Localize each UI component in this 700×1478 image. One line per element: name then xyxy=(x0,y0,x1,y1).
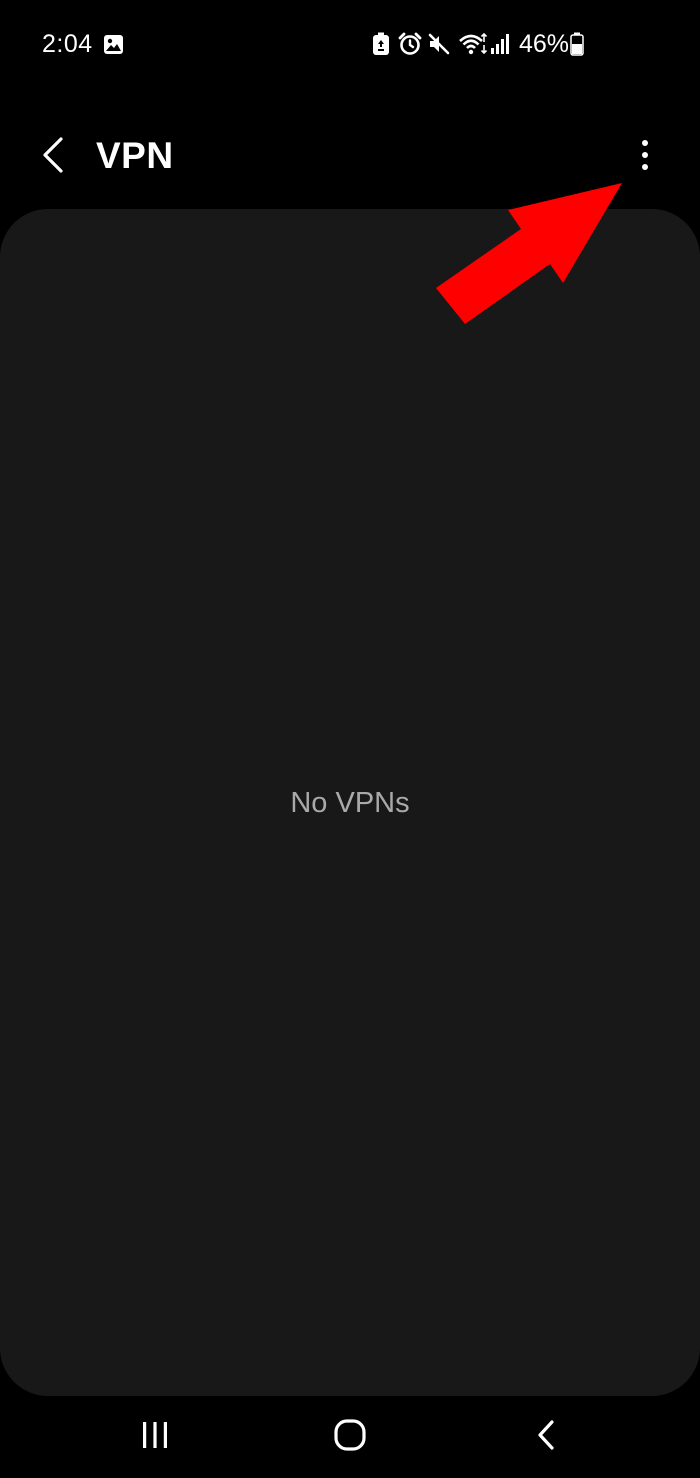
battery-percent: 46% xyxy=(519,30,570,58)
vpn-list-card: No VPNs xyxy=(0,209,700,1396)
battery-saver-icon xyxy=(373,32,389,55)
chevron-left-icon xyxy=(43,137,63,173)
alarm-icon xyxy=(398,32,422,55)
home-icon xyxy=(334,1419,366,1451)
recent-apps-button[interactable] xyxy=(125,1410,185,1460)
empty-state-message: No VPNs xyxy=(290,787,410,819)
app-bar: VPN xyxy=(0,100,700,210)
signal-icon xyxy=(491,34,509,54)
home-button[interactable] xyxy=(320,1410,380,1460)
status-time: 2:04 xyxy=(42,30,93,58)
battery-icon xyxy=(570,32,584,56)
back-button[interactable] xyxy=(28,130,78,180)
navigation-bar xyxy=(0,1396,700,1478)
recent-apps-icon xyxy=(143,1422,167,1448)
more-options-button[interactable] xyxy=(620,130,670,180)
nav-back-button[interactable] xyxy=(516,1410,576,1460)
page-title: VPN xyxy=(96,135,174,176)
mute-icon xyxy=(428,33,450,55)
gallery-notification-icon xyxy=(104,35,123,54)
back-icon xyxy=(538,1420,554,1450)
wifi-icon xyxy=(459,32,488,55)
more-vertical-icon xyxy=(642,140,648,170)
status-bar: 2:04 46% xyxy=(0,0,700,88)
